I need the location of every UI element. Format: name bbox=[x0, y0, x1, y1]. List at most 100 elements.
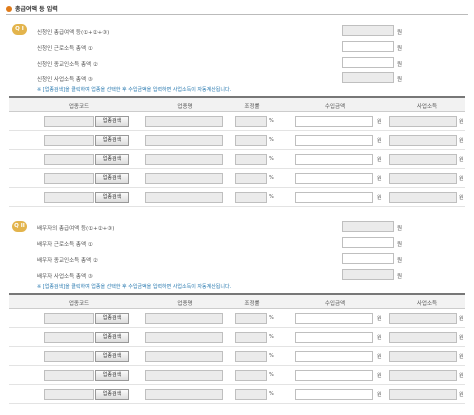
section-header: 총급여액 등 입력 bbox=[6, 4, 58, 13]
q1-business-field bbox=[342, 72, 394, 83]
industry-search-button[interactable]: 업종검색 bbox=[95, 192, 129, 203]
industry-search-button[interactable]: 업종검색 bbox=[95, 154, 129, 165]
q1-religious-input[interactable] bbox=[342, 57, 394, 68]
won-unit: 원 bbox=[459, 138, 464, 144]
pct-unit: % bbox=[269, 372, 274, 378]
industry-search-button[interactable]: 업종검색 bbox=[95, 351, 129, 362]
revenue-input[interactable] bbox=[295, 389, 373, 400]
q2-business-table: 업종코드 업종명 조정률 수입금액 사업소득 업종검색 % 원 원 업종검색 %… bbox=[9, 293, 465, 404]
revenue-input[interactable] bbox=[295, 173, 373, 184]
income-field bbox=[389, 192, 457, 203]
q2-business-label: 배우자 사업소득 총액 ③ bbox=[37, 274, 93, 280]
won-unit: 원 bbox=[377, 373, 382, 379]
table-header: 업종코드 업종명 조정률 수입금액 사업소득 bbox=[9, 295, 465, 309]
won-unit: 원 bbox=[377, 176, 382, 182]
q1-business-label: 신청인 사업소득 총액 ③ bbox=[37, 77, 93, 83]
pct-unit: % bbox=[269, 175, 274, 181]
industry-name-field bbox=[145, 173, 223, 184]
income-field bbox=[389, 332, 457, 343]
industry-name-field bbox=[145, 389, 223, 400]
industry-search-button[interactable]: 업종검색 bbox=[95, 173, 129, 184]
q1-earned-input[interactable] bbox=[342, 41, 394, 52]
won-unit: 원 bbox=[459, 316, 464, 322]
th-income: 사업소득 bbox=[416, 104, 438, 110]
th-revenue: 수입금액 bbox=[324, 104, 346, 110]
rate-field bbox=[235, 116, 267, 127]
pct-unit: % bbox=[269, 334, 274, 340]
unit-label: 원 bbox=[397, 258, 403, 264]
pct-unit: % bbox=[269, 353, 274, 359]
won-unit: 원 bbox=[459, 176, 464, 182]
won-unit: 원 bbox=[377, 157, 382, 163]
industry-search-button[interactable]: 업종검색 bbox=[95, 116, 129, 127]
table-row: 업종검색 % 원 원 bbox=[9, 366, 465, 385]
code-field bbox=[44, 135, 94, 146]
income-field bbox=[389, 154, 457, 165]
table-row: 업종검색 % 원 원 bbox=[9, 131, 465, 150]
th-code: 업종코드 bbox=[68, 104, 90, 110]
industry-name-field bbox=[145, 192, 223, 203]
income-field bbox=[389, 389, 457, 400]
rate-field bbox=[235, 154, 267, 165]
income-field bbox=[389, 313, 457, 324]
revenue-input[interactable] bbox=[295, 313, 373, 324]
rate-field bbox=[235, 173, 267, 184]
won-unit: 원 bbox=[459, 392, 464, 398]
industry-search-button[interactable]: 업종검색 bbox=[95, 135, 129, 146]
won-unit: 원 bbox=[377, 316, 382, 322]
won-unit: 원 bbox=[459, 195, 464, 201]
industry-search-button[interactable]: 업종검색 bbox=[95, 332, 129, 343]
pct-unit: % bbox=[269, 391, 274, 397]
revenue-input[interactable] bbox=[295, 116, 373, 127]
industry-search-button[interactable]: 업종검색 bbox=[95, 389, 129, 400]
q2-earned-input[interactable] bbox=[342, 237, 394, 248]
industry-search-button[interactable]: 업종검색 bbox=[95, 370, 129, 381]
q1-earned-label: 신청인 근로소득 총액 ① bbox=[37, 46, 93, 52]
table-row: 업종검색 % 원 원 bbox=[9, 385, 465, 404]
income-field bbox=[389, 135, 457, 146]
table-row: 업종검색 % 원 원 bbox=[9, 188, 465, 207]
unit-label: 원 bbox=[397, 274, 403, 280]
industry-name-field bbox=[145, 351, 223, 362]
divider bbox=[6, 14, 468, 15]
code-field bbox=[44, 332, 94, 343]
revenue-input[interactable] bbox=[295, 135, 373, 146]
revenue-input[interactable] bbox=[295, 370, 373, 381]
q2-badge: Q II bbox=[12, 221, 27, 232]
won-unit: 원 bbox=[459, 373, 464, 379]
th-income: 사업소득 bbox=[416, 301, 438, 307]
industry-search-button[interactable]: 업종검색 bbox=[95, 313, 129, 324]
code-field bbox=[44, 192, 94, 203]
th-rate: 조정률 bbox=[244, 301, 260, 307]
revenue-input[interactable] bbox=[295, 154, 373, 165]
q1-total-label: 신청인 총급여액 등(①+②+③) bbox=[37, 30, 110, 36]
code-field bbox=[44, 173, 94, 184]
unit-label: 원 bbox=[397, 242, 403, 248]
rate-field bbox=[235, 351, 267, 362]
industry-name-field bbox=[145, 135, 223, 146]
q2-religious-input[interactable] bbox=[342, 253, 394, 264]
revenue-input[interactable] bbox=[295, 332, 373, 343]
won-unit: 원 bbox=[459, 119, 464, 125]
table-row: 업종검색 % 원 원 bbox=[9, 309, 465, 328]
won-unit: 원 bbox=[459, 157, 464, 163]
won-unit: 원 bbox=[377, 138, 382, 144]
revenue-input[interactable] bbox=[295, 192, 373, 203]
pct-unit: % bbox=[269, 156, 274, 162]
table-header: 업종코드 업종명 조정률 수입금액 사업소득 bbox=[9, 98, 465, 112]
pct-unit: % bbox=[269, 315, 274, 321]
revenue-input[interactable] bbox=[295, 351, 373, 362]
unit-label: 원 bbox=[397, 62, 403, 68]
page-title: 총급여액 등 입력 bbox=[15, 6, 58, 13]
q2-earned-label: 배우자 근로소득 총액 ① bbox=[37, 242, 93, 248]
bullet-icon bbox=[6, 5, 12, 12]
industry-name-field bbox=[145, 154, 223, 165]
income-field bbox=[389, 351, 457, 362]
rate-field bbox=[235, 192, 267, 203]
code-field bbox=[44, 389, 94, 400]
industry-name-field bbox=[145, 370, 223, 381]
rate-field bbox=[235, 135, 267, 146]
rate-field bbox=[235, 313, 267, 324]
table-row: 업종검색 % 원 원 bbox=[9, 112, 465, 131]
industry-name-field bbox=[145, 116, 223, 127]
